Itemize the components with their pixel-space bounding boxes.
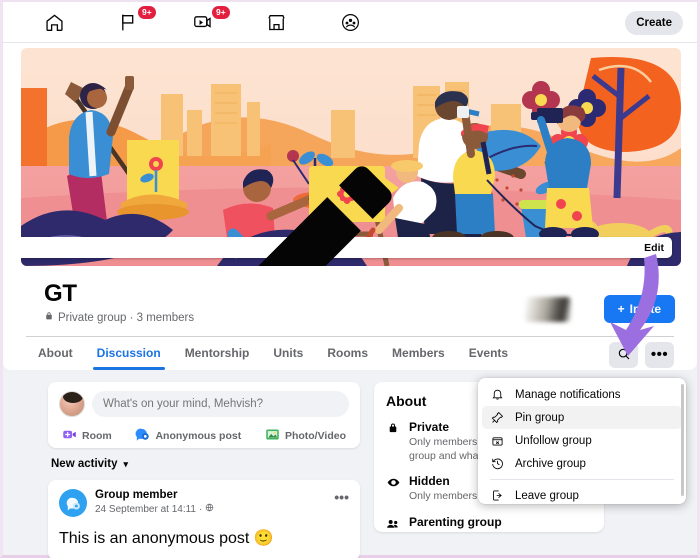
menu-divider xyxy=(490,479,674,480)
tab-units[interactable]: Units xyxy=(261,337,315,370)
pencil-icon xyxy=(21,139,640,266)
dropdown-scrollbar[interactable] xyxy=(681,384,684,496)
post-header: Group member 24 September at 14:11 · ••• xyxy=(59,489,349,517)
group-search-button[interactable] xyxy=(609,342,638,368)
composer-photo-video-button[interactable]: Photo/Video xyxy=(265,427,346,445)
menu-item-label: Pin group xyxy=(515,411,565,424)
search-icon xyxy=(617,347,631,364)
about-text-category: Parenting group xyxy=(409,515,502,531)
watch-badge: 9+ xyxy=(211,5,231,20)
about-row-category: Parenting group xyxy=(386,515,592,531)
ellipsis-icon: ••• xyxy=(650,346,669,363)
anonymous-icon xyxy=(135,427,150,445)
group-meta: Private group · 3 members xyxy=(44,311,194,324)
post-text: This is an anonymous post 🙂 xyxy=(59,530,274,547)
group-tabs: About Discussion Mentorship Units Rooms … xyxy=(26,336,674,370)
group-cover-photo[interactable]: Edit xyxy=(21,48,681,266)
archive-clock-icon xyxy=(490,457,505,470)
tab-rooms[interactable]: Rooms xyxy=(315,337,380,370)
tab-discussion[interactable]: Discussion xyxy=(85,337,173,370)
menu-item-manage-notifications[interactable]: Manage notifications xyxy=(482,383,682,406)
invite-button[interactable]: + Invite xyxy=(603,295,675,323)
tab-mentorship[interactable]: Mentorship xyxy=(173,337,262,370)
bell-icon xyxy=(490,388,505,401)
composer-photo-video-label: Photo/Video xyxy=(284,430,346,442)
feed-sort-label: New activity xyxy=(51,458,118,470)
lock-icon xyxy=(386,420,400,463)
eye-icon xyxy=(386,474,400,503)
nav-item-watch[interactable]: 9+ xyxy=(165,3,239,41)
avatar[interactable] xyxy=(59,489,87,517)
composer-input[interactable] xyxy=(92,391,349,417)
flag-icon xyxy=(118,12,139,33)
menu-item-leave-group[interactable]: Leave group xyxy=(482,484,682,507)
composer-anonymous-button[interactable]: Anonymous post xyxy=(135,427,241,445)
browser-viewport: 9+ 9+ Create Edit GT Private group · 3 m… xyxy=(0,0,700,558)
group-meta-label: Private group · 3 members xyxy=(58,311,195,324)
nav-item-marketplace[interactable] xyxy=(239,3,313,41)
room-icon xyxy=(62,427,77,445)
composer-row xyxy=(59,391,349,417)
groups-icon xyxy=(340,12,361,33)
composer-action-row: Room Anonymous post Photo/Video xyxy=(59,427,349,445)
post-separator: · xyxy=(199,503,203,515)
post-composer-card: Room Anonymous post xyxy=(48,382,360,448)
video-icon xyxy=(192,12,213,33)
leave-icon xyxy=(490,489,505,502)
menu-item-label: Manage notifications xyxy=(515,388,621,401)
nav-icon-group: 9+ 9+ xyxy=(17,3,387,41)
edit-cover-label: Edit xyxy=(644,241,664,254)
create-button[interactable]: Create xyxy=(625,11,683,35)
menu-item-pin-group[interactable]: Pin group xyxy=(482,406,682,429)
people-icon xyxy=(386,515,400,531)
tab-events[interactable]: Events xyxy=(457,337,520,370)
group-title: GT xyxy=(44,280,77,307)
group-options-dropdown: Manage notifications Pin group Unfollow … xyxy=(478,378,686,504)
feed-sort-selector[interactable]: New activity ▾ xyxy=(51,458,128,470)
tab-action-buttons: ••• xyxy=(609,342,674,368)
composer-anonymous-label: Anonymous post xyxy=(155,430,242,442)
menu-item-label: Leave group xyxy=(515,489,579,502)
plus-icon: + xyxy=(617,302,625,316)
lock-icon xyxy=(44,311,54,324)
photo-video-icon xyxy=(265,427,280,445)
tab-members[interactable]: Members xyxy=(380,337,457,370)
avatar[interactable] xyxy=(59,391,85,417)
menu-item-label: Unfollow group xyxy=(515,434,592,447)
post-timestamp[interactable]: 24 September at 14:11 xyxy=(95,504,196,515)
post-author-block: Group member 24 September at 14:11 · xyxy=(95,489,214,515)
menu-item-archive-group[interactable]: Archive group xyxy=(482,452,682,475)
nav-item-groups[interactable] xyxy=(313,3,387,41)
composer-room-button[interactable]: Room xyxy=(62,427,112,445)
composer-room-label: Room xyxy=(82,430,112,442)
pages-badge: 9+ xyxy=(137,5,157,20)
member-avatars-blurred xyxy=(525,297,571,322)
post-card: Group member 24 September at 14:11 · •••… xyxy=(48,480,360,558)
home-icon xyxy=(44,12,65,33)
top-navigation-bar: 9+ 9+ Create xyxy=(3,2,697,43)
globe-icon xyxy=(205,503,214,515)
about-heading: Parenting group xyxy=(409,514,502,529)
group-header-card: Edit GT Private group · 3 members + Invi… xyxy=(3,43,697,370)
invite-label: Invite xyxy=(629,302,661,316)
post-timestamp-row: 24 September at 14:11 · xyxy=(95,503,214,515)
post-options-button[interactable]: ••• xyxy=(334,489,349,504)
nav-item-home[interactable] xyxy=(17,3,91,41)
group-more-options-button[interactable]: ••• xyxy=(645,342,674,368)
edit-cover-button[interactable]: Edit xyxy=(21,165,672,266)
menu-item-unfollow-group[interactable]: Unfollow group xyxy=(482,429,682,452)
chevron-down-icon: ▾ xyxy=(123,458,129,469)
menu-item-label: Archive group xyxy=(515,457,586,470)
nav-item-pages[interactable]: 9+ xyxy=(91,3,165,41)
tab-about[interactable]: About xyxy=(26,337,85,370)
post-author[interactable]: Group member xyxy=(95,489,214,501)
pin-icon xyxy=(490,411,505,424)
unfollow-icon xyxy=(490,434,505,447)
shop-icon xyxy=(266,12,287,33)
